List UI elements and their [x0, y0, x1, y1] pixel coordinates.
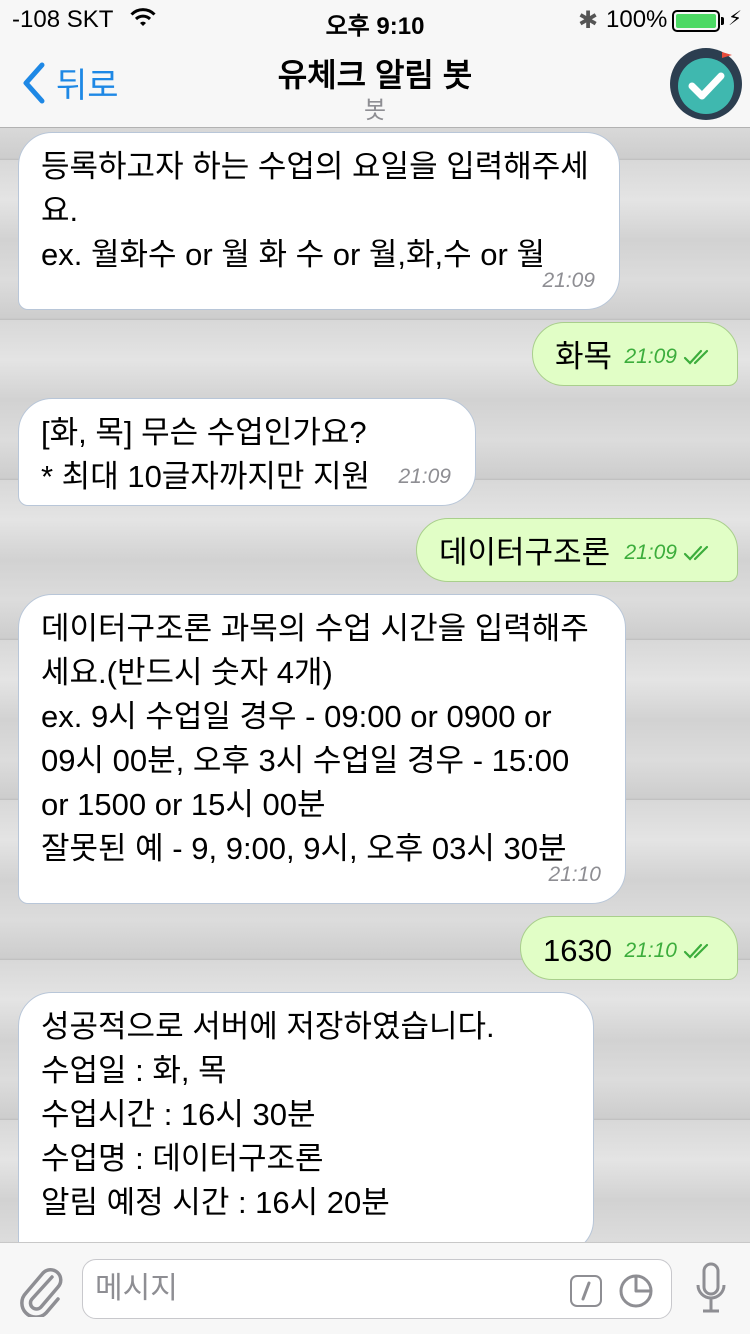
battery-icon	[672, 10, 720, 32]
double-check-icon	[683, 545, 709, 561]
incoming-message[interactable]: 성공적으로 서버에 저장하였습니다. 수업일 : 화, 목 수업시간 : 16시…	[18, 992, 594, 1254]
message-time: 21:09	[624, 345, 677, 368]
outgoing-message[interactable]: 화목 21:09	[532, 322, 738, 386]
checkmark-avatar-icon[interactable]	[668, 46, 744, 122]
input-bar	[0, 1242, 750, 1334]
message-time: 21:09	[624, 541, 677, 564]
status-bar: -108 SKT 오후 9:10 ✱ 100% ⚡	[0, 0, 750, 40]
message-meta: 21:09	[624, 531, 713, 575]
incoming-message[interactable]: 데이터구조론 과목의 수업 시간을 입력해주 세요.(반드시 숫자 4개) ex…	[18, 594, 626, 904]
message-text: [화, 목] 무슨 수업인가요? * 최대 10글자까지만 지원	[41, 415, 371, 494]
sticker-icon[interactable]	[618, 1273, 654, 1309]
nav-bar: 뒤로 유체크 알림 봇 봇	[0, 40, 750, 128]
double-check-icon	[683, 349, 709, 365]
message-text: 등록하고자 하는 수업의 요일을 입력해주세 요. ex. 월화수 or 월 화…	[41, 149, 589, 272]
message-meta: 21:09	[624, 335, 713, 379]
battery-tip	[721, 17, 724, 25]
charging-icon: ⚡	[728, 8, 743, 30]
message-meta: 21:09	[398, 455, 451, 499]
outgoing-message[interactable]: 데이터구조론 21:09	[416, 518, 738, 582]
battery-percent: 100%	[606, 6, 668, 33]
message-meta: 21:09	[542, 259, 595, 303]
message-text: 데이터구조론 과목의 수업 시간을 입력해주 세요.(반드시 숫자 4개) ex…	[41, 611, 589, 866]
double-check-icon	[683, 943, 709, 959]
message-meta: 21:10	[548, 853, 601, 897]
chat-subtitle: 봇	[363, 97, 387, 124]
slash-command-icon[interactable]	[570, 1275, 602, 1307]
message-text: 성공적으로 서버에 저장하였습니다. 수업일 : 화, 목 수업시간 : 16시…	[41, 1009, 495, 1220]
message-time: 21:09	[398, 465, 451, 488]
incoming-message[interactable]: 등록하고자 하는 수업의 요일을 입력해주세 요. ex. 월화수 or 월 화…	[18, 132, 620, 310]
paperclip-icon[interactable]	[18, 1263, 64, 1317]
message-time: 21:10	[548, 863, 601, 886]
message-meta: 21:10	[624, 929, 713, 973]
microphone-icon[interactable]	[694, 1261, 728, 1317]
bluetooth-icon: ✱	[578, 7, 599, 34]
incoming-message[interactable]: [화, 목] 무슨 수업인가요? * 최대 10글자까지만 지원 21:09	[18, 398, 476, 506]
message-time: 21:10	[624, 939, 677, 962]
outgoing-message[interactable]: 1630 21:10	[520, 916, 738, 980]
message-time: 21:09	[542, 269, 595, 292]
